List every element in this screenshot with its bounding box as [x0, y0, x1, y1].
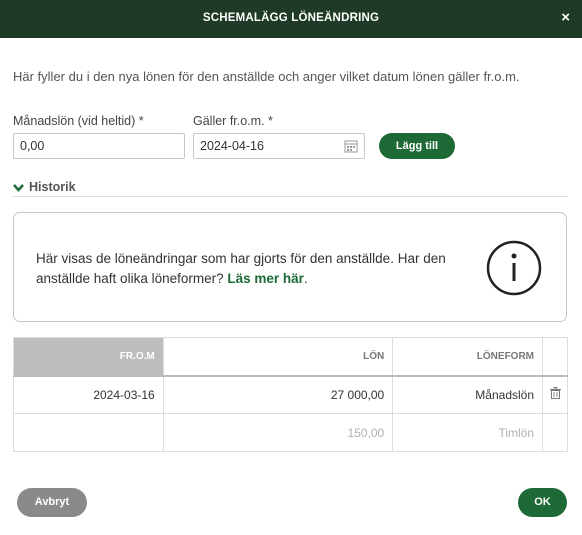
cell-form: Månadslön — [392, 375, 544, 414]
salary-history-table: FR.O.M LÖN LÖNEFORM 2024-03-16 27 000,00… — [13, 337, 568, 452]
info-icon — [486, 240, 542, 296]
salary-value: 0,00 — [20, 139, 45, 153]
chevron-down-icon — [13, 183, 24, 192]
dialog-header: SCHEMALÄGG LÖNEÄNDRING × — [0, 0, 582, 38]
divider — [13, 196, 568, 197]
info-text: Här visas de löneändringar som har gjort… — [36, 249, 456, 289]
cell-from — [13, 413, 164, 452]
cell-salary: 27 000,00 — [163, 375, 394, 414]
read-more-link[interactable]: Läs mer här — [227, 271, 304, 286]
column-salary[interactable]: LÖN — [163, 337, 394, 377]
delete-cell[interactable] — [542, 375, 568, 414]
table-header-row: FR.O.M LÖN LÖNEFORM — [13, 337, 568, 377]
info-suffix: . — [303, 271, 308, 286]
add-button[interactable]: Lägg till — [379, 133, 455, 159]
info-box: Här visas de löneändringar som har gjort… — [13, 212, 567, 322]
calendar-icon[interactable] — [344, 139, 358, 153]
column-form[interactable]: LÖNEFORM — [392, 337, 544, 377]
date-label: Gäller fr.o.m. * — [193, 114, 273, 128]
dialog-title: SCHEMALÄGG LÖNEÄNDRING — [202, 12, 380, 24]
history-label: Historik — [29, 180, 76, 194]
table-row: 2024-03-16 27 000,00 Månadslön — [13, 375, 568, 414]
salary-input[interactable]: 0,00 — [13, 133, 185, 159]
history-toggle[interactable]: Historik — [13, 180, 76, 194]
salary-label: Månadslön (vid heltid) * — [13, 114, 144, 128]
cell-form: Timlön — [392, 413, 544, 452]
ok-button[interactable]: OK — [518, 488, 567, 517]
column-actions — [542, 337, 568, 377]
empty-cell — [542, 413, 568, 452]
close-icon[interactable]: × — [561, 10, 570, 25]
trash-icon[interactable] — [549, 387, 561, 400]
date-value: 2024-04-16 — [200, 139, 264, 153]
cell-from: 2024-03-16 — [13, 375, 164, 414]
cancel-button[interactable]: Avbryt — [17, 488, 87, 517]
intro-text: Här fyller du i den nya lönen för den an… — [13, 69, 520, 84]
column-from[interactable]: FR.O.M — [13, 337, 164, 377]
table-row: 150,00 Timlön — [13, 413, 568, 452]
cell-salary: 150,00 — [163, 413, 394, 452]
date-input[interactable]: 2024-04-16 — [193, 133, 365, 159]
